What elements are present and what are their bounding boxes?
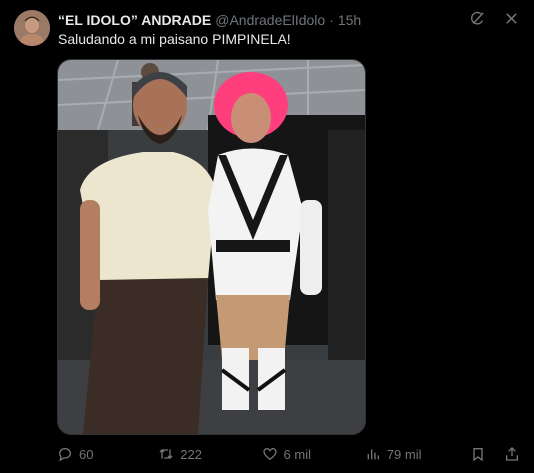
views-icon: [367, 449, 379, 460]
bookmark-button[interactable]: [470, 446, 486, 462]
user-handle[interactable]: @AndradeElIdolo: [215, 12, 325, 28]
bookmark-icon: [473, 448, 483, 462]
action-bar: 60 222 6 mil 79 mil: [57, 444, 520, 464]
repost-count: 222: [180, 446, 202, 462]
like-count: 6 mil: [283, 446, 311, 462]
display-name[interactable]: “EL IDOLO” ANDRADE: [58, 12, 211, 28]
tweet[interactable]: “EL IDOLO” ANDRADE @AndradeElIdolo · 15h…: [0, 0, 534, 473]
tweet-photo[interactable]: [57, 59, 366, 435]
views-count: 79 mil: [386, 446, 422, 462]
tweet-header: “EL IDOLO” ANDRADE @AndradeElIdolo · 15h: [58, 10, 361, 30]
share-button[interactable]: [504, 446, 520, 462]
avatar[interactable]: [14, 10, 50, 46]
like-button[interactable]: 6 mil: [262, 446, 365, 462]
tweet-text: Saludando a mi paisano PIMPINELA!: [58, 31, 291, 47]
timestamp[interactable]: 15h: [338, 12, 361, 28]
heart-icon: [262, 447, 277, 461]
reply-count: 60: [79, 446, 94, 462]
tweet-top-icons: [468, 9, 520, 27]
grok-icon[interactable]: [468, 9, 486, 27]
more-icon[interactable]: [502, 9, 520, 27]
repost-icon: [159, 449, 173, 459]
share-actions: [470, 446, 520, 462]
share-icon: [506, 447, 518, 461]
separator-dot: ·: [329, 12, 334, 28]
reply-button[interactable]: 60: [57, 446, 158, 462]
repost-button[interactable]: 222: [158, 446, 261, 462]
reply-icon: [58, 447, 72, 462]
views-button[interactable]: 79 mil: [365, 446, 470, 462]
